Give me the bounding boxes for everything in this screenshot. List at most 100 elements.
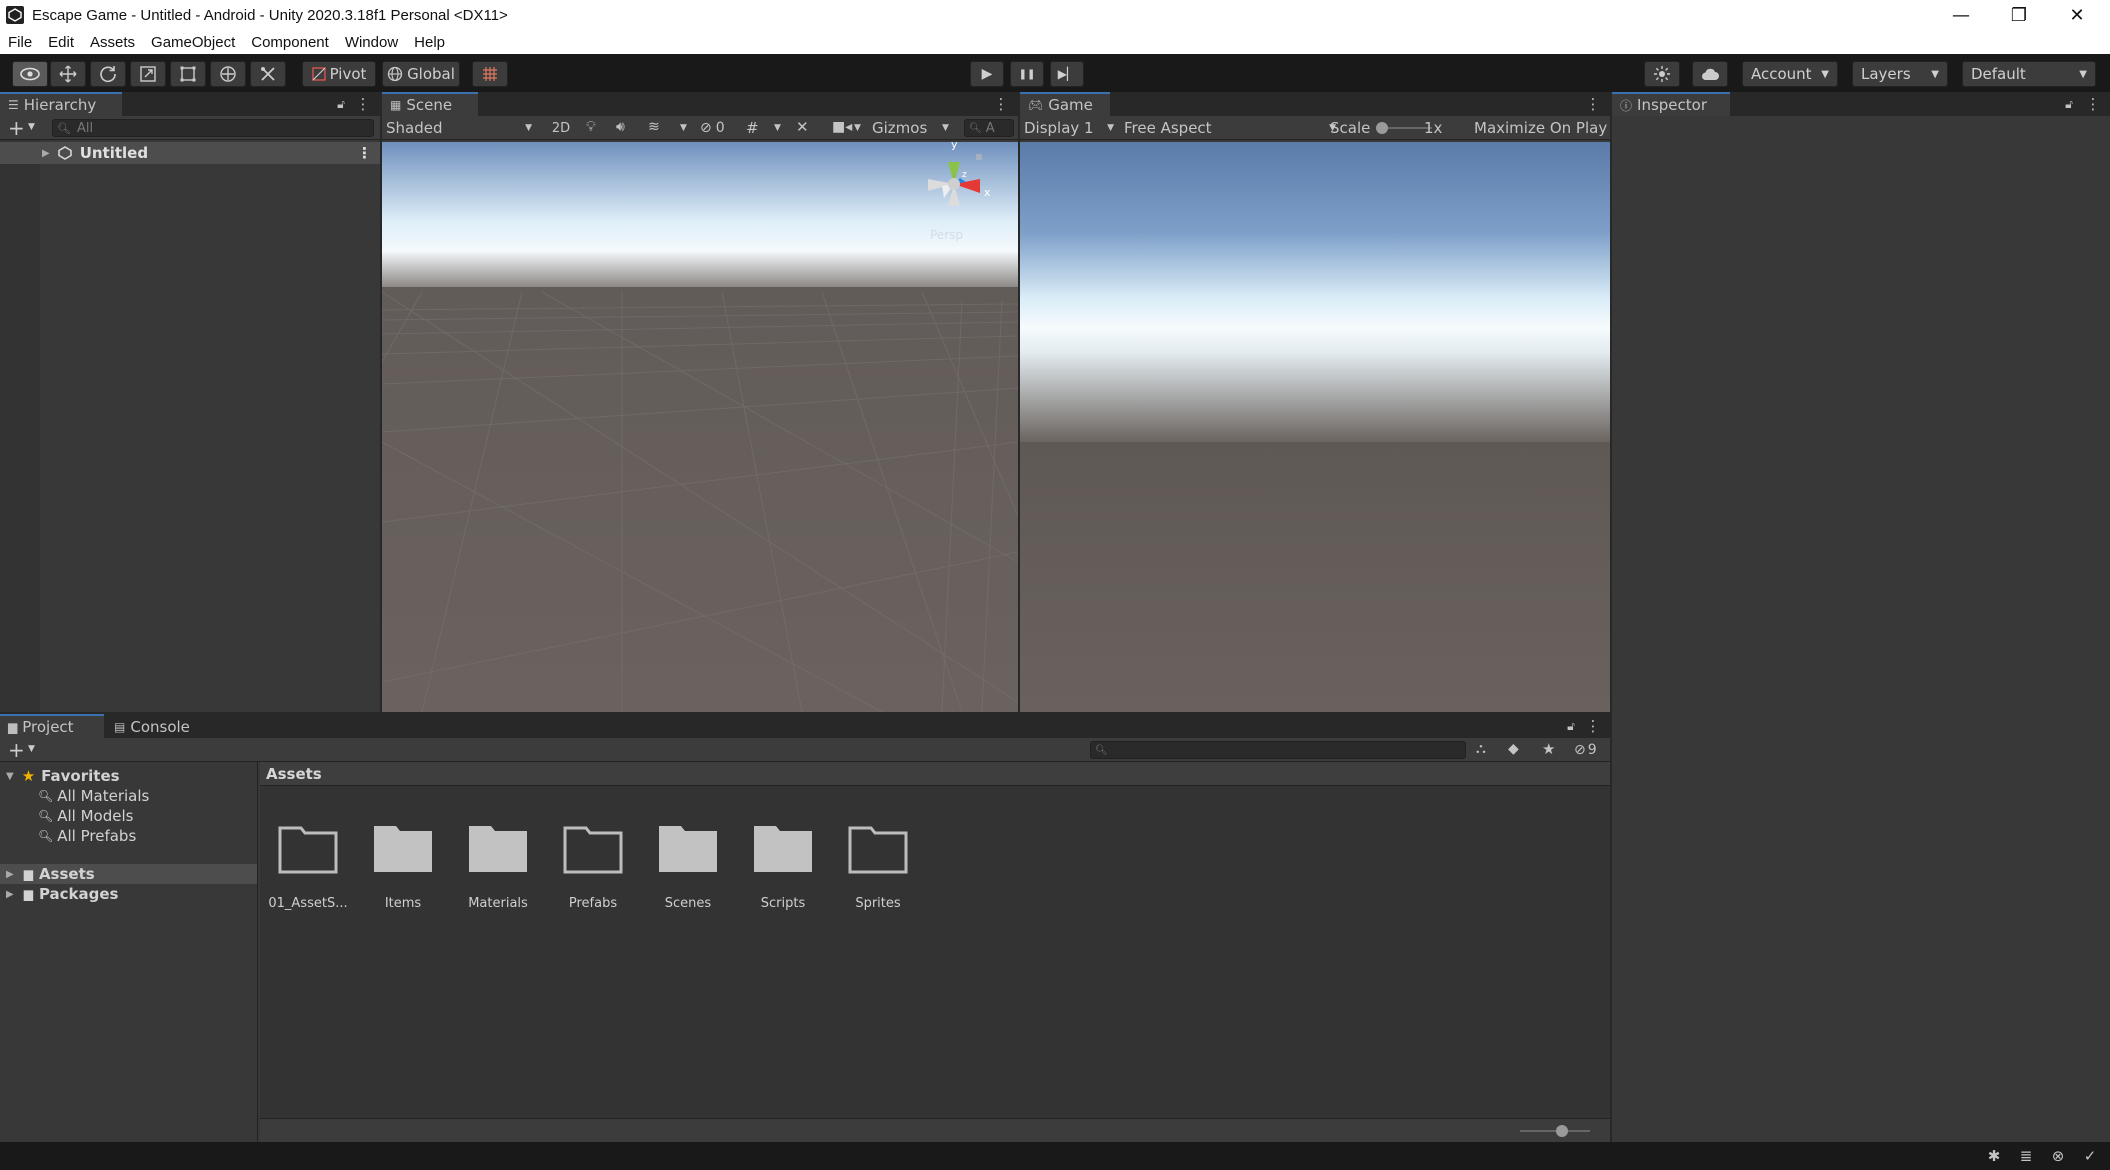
folder-item[interactable]: Prefabs [553, 820, 633, 911]
menu-edit[interactable]: Edit [40, 34, 82, 51]
transform-tool-button[interactable] [210, 61, 246, 87]
scene-search-input[interactable]: 🔍︎ A [964, 119, 1014, 137]
aspect-dropdown[interactable]: Free Aspect ▼ [1124, 116, 1338, 140]
move-tool-button[interactable] [50, 61, 86, 87]
chevron-down-icon[interactable]: ▼ [6, 771, 14, 782]
icon-size-slider-handle[interactable] [1556, 1125, 1568, 1137]
restore-button[interactable]: ❐ [1990, 0, 2048, 30]
layout-dropdown[interactable]: Default ▼ [1962, 61, 2096, 87]
grid-toggle-icon[interactable]: # [746, 119, 759, 137]
chevron-right-icon[interactable]: ▶ [42, 148, 50, 159]
game-viewport[interactable] [1020, 142, 1610, 712]
folder-item[interactable]: Materials [458, 820, 538, 911]
favorite-all-prefabs[interactable]: 🔍︎ All Prefabs [0, 826, 257, 846]
kebab-menu-icon[interactable]: ⋮ [2086, 94, 2101, 114]
tab-inspector[interactable]: ⓘ Inspector [1612, 92, 1730, 116]
lock-icon[interactable]: 🔓︎ [2062, 94, 2076, 114]
display-dropdown[interactable]: Display 1 ▼ [1024, 116, 1116, 140]
folder-item[interactable]: Scenes [648, 820, 728, 911]
step-button[interactable]: ▶▏ [1050, 61, 1084, 87]
auto-generate-lighting-icon[interactable]: ⊗ [2048, 1146, 2068, 1166]
chevron-right-icon[interactable]: ▶ [6, 889, 14, 900]
layers-dropdown[interactable]: Layers ▼ [1852, 61, 1948, 87]
cache-server-icon[interactable]: ≣ [2016, 1146, 2036, 1166]
project-search-input[interactable]: 🔍︎ [1090, 741, 1466, 759]
global-toggle-button[interactable]: Global [382, 61, 460, 87]
add-icon[interactable]: + [8, 116, 25, 140]
audio-icon[interactable]: 🔊︎ [616, 119, 625, 135]
tab-game[interactable]: 🎮︎ Game [1020, 92, 1110, 116]
gizmos-dropdown[interactable]: Gizmos [872, 116, 950, 140]
menu-assets[interactable]: Assets [82, 34, 143, 51]
kebab-menu-icon[interactable]: ⋮ [994, 94, 1009, 114]
folder-item[interactable]: Sprites [838, 820, 918, 911]
maximize-on-play-toggle[interactable]: Maximize On Play [1474, 116, 1610, 140]
chevron-down-icon[interactable]: ▼ [680, 123, 687, 133]
tree-assets[interactable]: ▶ ▆ Assets [0, 864, 257, 884]
rect-tool-button[interactable] [170, 61, 206, 87]
tab-console[interactable]: ▤ Console [106, 714, 206, 738]
add-icon[interactable]: + [8, 738, 25, 762]
chevron-down-icon[interactable]: ▼ [28, 122, 35, 132]
icon-size-slider[interactable] [1520, 1125, 1590, 1137]
shading-mode-dropdown[interactable]: Shaded ▼ [386, 116, 534, 140]
effects-icon[interactable]: ≋ [648, 119, 660, 135]
chevron-down-icon[interactable]: ▼ [28, 744, 35, 754]
chevron-down-icon[interactable]: ▼ [774, 123, 781, 133]
folder-item[interactable]: Scripts [743, 820, 823, 911]
menu-window[interactable]: Window [337, 34, 406, 51]
hidden-objects-toggle[interactable]: ⊘ 0 [700, 116, 725, 140]
services-button[interactable] [1644, 61, 1680, 87]
check-circle-icon[interactable]: ✓ [2080, 1146, 2100, 1166]
rotate-tool-button[interactable] [90, 61, 126, 87]
menu-component[interactable]: Component [243, 34, 337, 51]
scale-tool-button[interactable] [130, 61, 166, 87]
view-tool-button[interactable] [12, 61, 48, 87]
play-button[interactable]: ▶ [970, 61, 1004, 87]
custom-tool-button[interactable] [250, 61, 286, 87]
hidden-packages-toggle[interactable]: ⊘ 9 [1574, 738, 1597, 762]
hierarchy-search-input[interactable]: 🔍︎ All [52, 119, 374, 137]
tools-icon[interactable]: ✕ [796, 118, 809, 136]
folder-item[interactable]: 01_AssetS... [268, 820, 348, 911]
label-tag-icon[interactable]: ◆ [1508, 741, 1519, 757]
chevron-down-icon[interactable]: ▼ [854, 123, 861, 133]
tree-packages[interactable]: ▶ ▆ Packages [0, 884, 257, 904]
chevron-right-icon[interactable]: ▶ [6, 869, 14, 880]
menu-file[interactable]: File [0, 34, 40, 51]
star-icon[interactable]: ★ [1542, 740, 1555, 758]
grid-snap-button[interactable] [472, 61, 508, 87]
lightbulb-icon[interactable]: 💡︎ [586, 119, 596, 135]
camera-icon[interactable]: ■◂ [832, 119, 852, 135]
lock-icon[interactable]: 🔓︎ [1564, 716, 1578, 736]
minimize-button[interactable]: — [1932, 0, 1990, 30]
collab-button[interactable] [1692, 61, 1728, 87]
2d-toggle-button[interactable]: 2D [544, 116, 578, 140]
menu-help[interactable]: Help [406, 34, 453, 51]
projection-label[interactable]: Persp [930, 228, 963, 242]
tab-hierarchy[interactable]: ☰ Hierarchy [0, 92, 122, 116]
scene-root-item[interactable]: ▶ Untitled ⋮ [0, 142, 380, 164]
pause-button[interactable]: ❚❚ [1010, 61, 1044, 87]
account-dropdown[interactable]: Account ▼ [1742, 61, 1838, 87]
scale-slider-handle[interactable] [1376, 122, 1388, 134]
kebab-menu-icon[interactable]: ⋮ [357, 144, 372, 162]
scene-orientation-gizmo[interactable]: y x z Persp [914, 142, 994, 246]
tab-project[interactable]: ▆ Project [0, 714, 104, 738]
kebab-menu-icon[interactable]: ⋮ [1586, 94, 1601, 114]
folder-item[interactable]: Items [363, 820, 443, 911]
chevron-down-icon[interactable]: ▼ [942, 123, 949, 133]
lock-icon[interactable]: 🔓︎ [334, 94, 348, 114]
breadcrumb-assets[interactable]: Assets [266, 765, 322, 783]
tab-scene[interactable]: ▦ Scene [382, 92, 478, 116]
kebab-menu-icon[interactable]: ⋮ [356, 94, 371, 114]
favorites-item[interactable]: ▼ ★ Favorites [0, 766, 257, 786]
bug-icon[interactable]: ✱ [1984, 1146, 2004, 1166]
kebab-menu-icon[interactable]: ⋮ [1586, 716, 1601, 736]
favorite-all-materials[interactable]: 🔍︎ All Materials [0, 786, 257, 806]
filter-type-icon[interactable]: ⛬ [1476, 741, 1486, 757]
menu-gameobject[interactable]: GameObject [143, 34, 243, 51]
favorite-all-models[interactable]: 🔍︎ All Models [0, 806, 257, 826]
close-button[interactable]: ✕ [2048, 0, 2106, 30]
scene-viewport[interactable]: y x z Persp [382, 142, 1018, 712]
